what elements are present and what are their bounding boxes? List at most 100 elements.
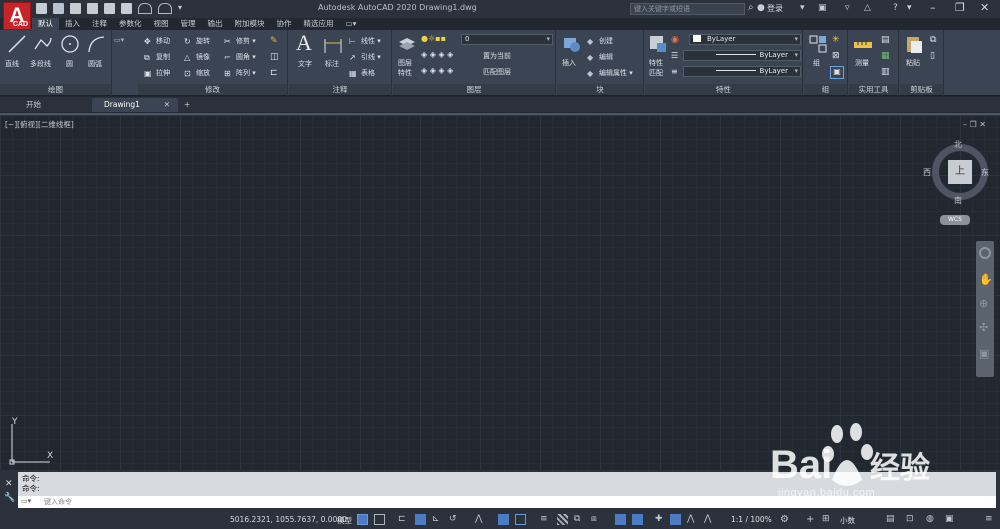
offset-icon[interactable]: ⊏ (270, 68, 278, 78)
isodraft-icon[interactable]: ⋀ (475, 514, 486, 525)
text-button[interactable]: 文字 (298, 59, 312, 69)
snap-toggle-icon[interactable] (374, 514, 385, 525)
showmotion-icon[interactable]: ▣ (979, 347, 989, 360)
ungroup-icon[interactable]: ✳ (832, 35, 840, 45)
lineweight-dropdown[interactable]: ByLayer ▾ (683, 66, 801, 77)
new-tab-icon[interactable]: + (180, 98, 190, 112)
linetype-dropdown[interactable]: ByLayer ▾ (683, 50, 801, 61)
tab-addins[interactable]: 附加模块 (229, 18, 271, 30)
customization-menu-icon[interactable]: ≡ (985, 514, 996, 525)
3d-osnap-icon[interactable]: ⧈ (591, 514, 602, 525)
stretch-button[interactable]: ▣ 拉伸 (144, 68, 170, 78)
polar-tracking-icon[interactable]: ↺ (449, 514, 460, 525)
layer-tools-row-2[interactable]: ◈ ◈ ◈ ◈ (421, 66, 453, 75)
tab-insert[interactable]: 插入 (59, 18, 86, 30)
wcs-menu[interactable]: WCS (940, 215, 970, 225)
group-select-icon[interactable]: ▣ (830, 66, 844, 79)
compass-south[interactable]: 南 (954, 195, 962, 206)
tab-parametric[interactable]: 参数化 (113, 18, 148, 30)
copy-button[interactable]: ⧉ 复制 (144, 52, 170, 62)
color-dropdown[interactable]: ByLayer ▾ (689, 34, 801, 45)
copy-clip-icon[interactable]: ▯ (930, 51, 935, 61)
command-customize-icon[interactable]: 🔧 (4, 493, 15, 503)
drawing-canvas[interactable]: [−][俯视][二维线框] – ❐ ✕ 上 北 南 西 东 WCS ✋ ⊕ ✣ … (0, 113, 1000, 470)
coordinates-readout[interactable]: 5016.2321, 1055.7637, 0.0000 (230, 515, 347, 524)
restore-button[interactable]: ❐ (955, 1, 965, 14)
arc-button[interactable]: 圆弧 (88, 59, 102, 69)
panel-utilities-title[interactable]: 实用工具 (849, 84, 898, 95)
signin-dropdown-icon[interactable]: ▾ (800, 3, 805, 13)
selection-filter-icon[interactable] (632, 514, 643, 525)
arc-icon[interactable] (86, 34, 106, 54)
viewport-restore-icons[interactable]: – ❐ ✕ (963, 120, 986, 129)
tab-featured-apps[interactable]: 精选应用 (298, 18, 340, 30)
match-properties-label-2[interactable]: 匹配 (649, 68, 663, 78)
search-icon[interactable]: ⌕ (748, 2, 754, 13)
gizmo-icon[interactable]: ✚ (655, 514, 666, 525)
panel-modify-title[interactable]: 修改 (138, 84, 287, 95)
group-button[interactable]: 组 (813, 58, 820, 68)
command-recent-icon[interactable]: ▭▾ (21, 497, 31, 505)
units-dropdown[interactable]: 小数 (840, 515, 855, 526)
panel-layers-title[interactable]: 图层 (393, 84, 555, 95)
panel-block-title[interactable]: 块 (557, 84, 643, 95)
close-icon[interactable]: ✕ (164, 98, 170, 112)
tab-collaborate[interactable]: 协作 (271, 18, 298, 30)
scale-button[interactable]: ⊡ 缩放 (184, 68, 210, 78)
object-snap-tracking-icon[interactable] (498, 514, 509, 525)
transparency-icon[interactable] (557, 514, 568, 525)
dynamic-ucs-icon[interactable] (615, 514, 626, 525)
measure-icon[interactable] (853, 36, 873, 56)
grid-toggle-icon[interactable] (357, 514, 368, 525)
text-icon[interactable]: A (296, 30, 312, 56)
edit-block-button[interactable]: ◆ 编辑 (587, 52, 613, 62)
dimension-icon[interactable] (323, 35, 343, 55)
user-icon[interactable]: ● (757, 3, 765, 13)
quick-select-icon[interactable]: ▤ (881, 35, 890, 45)
file-tab-start[interactable]: 开始 (14, 98, 94, 112)
layer-properties-label-2[interactable]: 特性 (398, 68, 412, 78)
viewport-controls[interactable]: [−][俯视][二维线框] (5, 119, 74, 130)
pan-icon[interactable]: ✋ (979, 273, 993, 286)
gear-icon[interactable]: ⚙ (780, 514, 791, 525)
clean-screen-icon[interactable]: ▣ (945, 514, 956, 525)
file-tab-drawing1[interactable]: Drawing1 ✕ (92, 98, 178, 112)
panel-annotation-title[interactable]: 注释 (289, 84, 391, 95)
rotate-button[interactable]: ↻ 旋转 (184, 36, 210, 46)
mirror-button[interactable]: △ 镜像 (184, 52, 210, 62)
set-current-button[interactable]: 置为当前 (483, 51, 511, 61)
a360-icon[interactable]: △ (864, 3, 871, 13)
layer-properties-icon[interactable] (397, 34, 417, 54)
autodesk-app-store-icon[interactable]: ▣ (818, 3, 827, 13)
open-file-icon[interactable] (53, 3, 64, 14)
redo-icon[interactable] (158, 3, 172, 14)
rectangle-icon[interactable]: ▭▾ (114, 36, 124, 44)
annotation-scale-dropdown[interactable]: 1:1 / 100% (731, 515, 772, 524)
ortho-icon[interactable]: ⊾ (432, 514, 443, 525)
paste-button[interactable]: 粘贴 (906, 58, 920, 68)
tab-manage[interactable]: 管理 (175, 18, 202, 30)
id-point-icon[interactable]: ▥ (881, 67, 890, 77)
cart-icon[interactable]: ▿ (845, 3, 850, 13)
erase-icon[interactable]: ✎ (270, 36, 278, 46)
undo-icon[interactable] (138, 3, 152, 14)
create-block-button[interactable]: ◆ 创建 (587, 36, 613, 46)
tab-output[interactable]: 输出 (202, 18, 229, 30)
command-close-icon[interactable]: ✕ (5, 479, 13, 489)
measure-button[interactable]: 测量 (855, 58, 869, 68)
polyline-button[interactable]: 多段线 (30, 59, 51, 69)
table-button[interactable]: ▦ 表格 (349, 68, 375, 78)
circle-icon[interactable] (60, 34, 80, 54)
move-button[interactable]: ✥ 移动 (144, 36, 170, 46)
circle-button[interactable]: 圆 (66, 59, 73, 69)
plot-icon[interactable] (121, 3, 132, 14)
layer-tools-row-1[interactable]: ◈ ◈ ◈ ◈ (421, 50, 453, 59)
panel-draw-title[interactable]: 绘图 (0, 84, 111, 95)
array-button[interactable]: ⊞ 阵列 ▾ (224, 68, 256, 78)
zoom-extents-icon[interactable]: ⊕ (979, 297, 988, 310)
tab-home[interactable]: 默认 (32, 18, 59, 30)
application-menu-button[interactable]: A CAD (3, 2, 31, 30)
compass-east[interactable]: 东 (981, 167, 989, 178)
minimize-button[interactable]: – (930, 1, 936, 14)
leader-button[interactable]: ↗ 引线 ▾ (349, 52, 381, 62)
